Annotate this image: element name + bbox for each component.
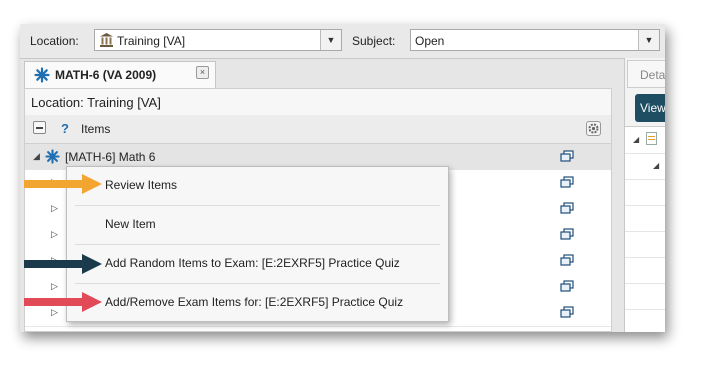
asterisk-icon <box>45 149 60 167</box>
location-heading-text: Location: Training [VA] <box>31 95 161 110</box>
menu-item-add-remove-exam-items[interactable]: Add/Remove Exam Items for: [E:2EXRF5] Pr… <box>67 284 448 322</box>
details-row <box>625 283 665 284</box>
location-value: Training [VA] <box>117 34 186 48</box>
windows-icon[interactable] <box>560 306 574 319</box>
location-label: Location: <box>30 34 79 48</box>
view-button-label: View <box>640 101 665 115</box>
menu-item-label: Add Random Items to Exam: [E:2EXRF5] Pra… <box>105 256 400 270</box>
subject-value: Open <box>415 34 445 48</box>
windows-icon[interactable] <box>560 202 574 215</box>
details-pane: Deta View ◢ ◢ <box>624 58 665 332</box>
tab-math-6[interactable]: MATH-6 (VA 2009) × <box>24 61 216 88</box>
gear-icon[interactable] <box>586 121 601 136</box>
location-heading: Location: Training [VA] <box>25 89 611 116</box>
menu-item-label: New Item <box>105 217 156 231</box>
items-header-label: Items <box>81 122 111 136</box>
expanded-triangle-icon[interactable]: ◢ <box>33 151 40 162</box>
details-tree: ◢ ◢ <box>625 126 665 332</box>
tab-label: MATH-6 (VA 2009) <box>55 68 157 82</box>
tree-root-label: [MATH-6] Math 6 <box>65 150 156 164</box>
building-icon <box>99 33 114 50</box>
details-row <box>625 153 665 154</box>
collapsed-triangle-icon[interactable]: ▷ <box>51 229 58 240</box>
collapsed-triangle-icon[interactable]: ▷ <box>51 203 58 214</box>
menu-item-add-random-items[interactable]: Add Random Items to Exam: [E:2EXRF5] Pra… <box>67 245 448 283</box>
close-icon[interactable]: × <box>196 66 209 79</box>
dark-blue-arrow <box>24 254 102 274</box>
menu-item-new-item[interactable]: New Item <box>67 206 448 244</box>
windows-icon[interactable] <box>560 176 574 189</box>
orange-arrow <box>24 174 102 194</box>
details-row <box>625 309 665 310</box>
windows-icon[interactable] <box>560 280 574 293</box>
tab-details-label: Deta <box>640 68 665 82</box>
menu-item-label: Add/Remove Exam Items for: [E:2EXRF5] Pr… <box>105 295 404 309</box>
location-select[interactable]: Training [VA] ▼ <box>94 29 342 51</box>
items-header: ? Items <box>25 115 611 144</box>
windows-icon[interactable] <box>560 228 574 241</box>
details-row <box>625 179 665 180</box>
tab-strip: MATH-6 (VA 2009) × <box>24 58 624 88</box>
subject-select[interactable]: Open ▼ <box>410 29 660 51</box>
details-row <box>625 257 665 258</box>
expanded-triangle-icon[interactable]: ◢ <box>653 161 659 170</box>
details-row <box>625 205 665 206</box>
expanded-triangle-icon[interactable]: ◢ <box>633 135 639 144</box>
subject-label: Subject: <box>352 34 396 48</box>
help-icon[interactable]: ? <box>61 121 69 136</box>
collapse-icon[interactable] <box>33 121 46 134</box>
view-button[interactable]: View <box>635 94 665 122</box>
menu-item-review-items[interactable]: Review Items <box>67 167 448 205</box>
windows-icon[interactable] <box>560 254 574 267</box>
windows-icon[interactable] <box>560 150 574 163</box>
document-icon <box>646 132 657 145</box>
tab-details[interactable]: Deta <box>627 60 665 88</box>
red-arrow <box>24 292 102 312</box>
details-row <box>625 231 665 232</box>
chevron-down-icon[interactable]: ▼ <box>638 30 659 50</box>
filter-bar: Location: Training [VA] ▼ Subject: Open … <box>20 24 665 59</box>
context-menu: Review Items New Item Add Random Items t… <box>66 166 449 322</box>
asterisk-icon <box>34 67 50 86</box>
collapsed-triangle-icon[interactable]: ▷ <box>51 281 58 292</box>
menu-item-label: Review Items <box>105 178 178 192</box>
chevron-down-icon[interactable]: ▼ <box>320 30 341 50</box>
